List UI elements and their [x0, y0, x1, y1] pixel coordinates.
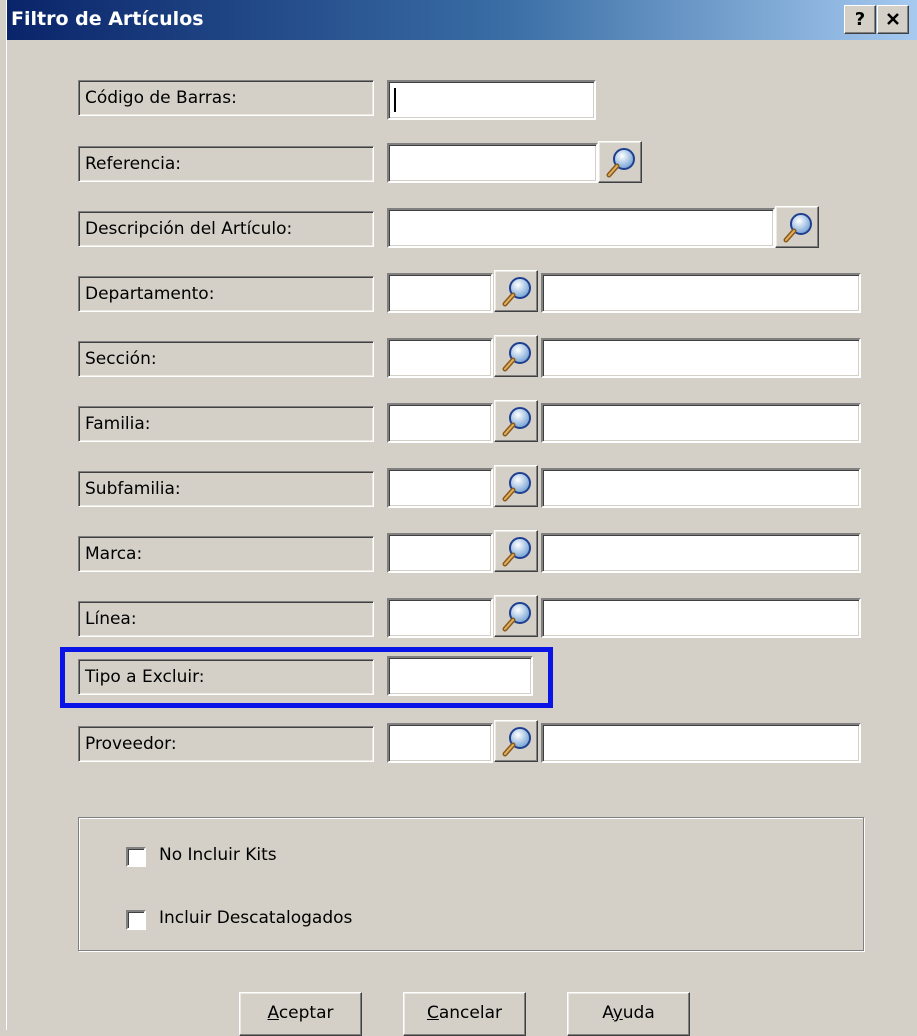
- marca-code-input[interactable]: [387, 533, 493, 573]
- magnifier-icon: [502, 727, 531, 757]
- familia-description-field[interactable]: [541, 403, 861, 443]
- dialog-title: Filtro de Artículos: [11, 8, 204, 30]
- proveedor-label: Proveedor:: [78, 726, 374, 762]
- magnifier-icon: [502, 602, 531, 632]
- linea-label: Línea:: [78, 601, 374, 637]
- departamento-lookup-button[interactable]: [494, 270, 538, 312]
- magnifier-icon: [502, 277, 531, 307]
- close-icon: [887, 13, 899, 25]
- referencia-input[interactable]: [387, 143, 598, 183]
- ayuda-button[interactable]: Ayuda: [567, 992, 690, 1036]
- marca-lookup-button[interactable]: [494, 530, 538, 572]
- proveedor-code-input[interactable]: [387, 723, 493, 763]
- ayuda-label-start: A: [602, 1003, 613, 1023]
- no-incluir-kits-label[interactable]: No Incluir Kits: [159, 845, 277, 865]
- proveedor-lookup-button[interactable]: [494, 720, 538, 762]
- cancelar-label: ancelar: [438, 1003, 502, 1023]
- incluir-descatalogados-checkbox[interactable]: [126, 910, 146, 930]
- subfamilia-code-input[interactable]: [387, 468, 493, 508]
- seccion-label: Sección:: [78, 341, 374, 377]
- seccion-description-field[interactable]: [541, 338, 861, 378]
- help-button[interactable]: ?: [844, 5, 876, 34]
- descripcion-lookup-button[interactable]: [775, 206, 819, 248]
- codigo-barras-input[interactable]: [387, 80, 596, 120]
- seccion-code-input[interactable]: [387, 338, 493, 378]
- aceptar-button[interactable]: Aceptar: [239, 992, 362, 1036]
- subfamilia-label: Subfamilia:: [78, 471, 374, 507]
- cancelar-mnemonic: C: [426, 1003, 439, 1023]
- linea-description-field[interactable]: [541, 598, 861, 638]
- no-incluir-kits-checkbox[interactable]: [126, 847, 146, 867]
- ayuda-label-end: uda: [622, 1003, 655, 1023]
- aceptar-mnemonic: A: [267, 1003, 279, 1023]
- familia-label: Familia:: [78, 406, 374, 442]
- tipo-excluir-label: Tipo a Excluir:: [78, 659, 374, 695]
- text-cursor: [394, 88, 396, 112]
- cancelar-button[interactable]: Cancelar: [403, 992, 526, 1036]
- magnifier-icon: [502, 537, 531, 567]
- referencia-lookup-button[interactable]: [598, 141, 642, 183]
- magnifier-icon: [502, 342, 531, 372]
- descripcion-label: Descripción del Artículo:: [78, 211, 374, 247]
- proveedor-description-field[interactable]: [541, 723, 861, 763]
- linea-lookup-button[interactable]: [494, 595, 538, 637]
- magnifier-icon: [502, 472, 531, 502]
- linea-code-input[interactable]: [387, 598, 493, 638]
- departamento-code-input[interactable]: [387, 273, 493, 313]
- marca-description-field[interactable]: [541, 533, 861, 573]
- departamento-label: Departamento:: [78, 276, 374, 312]
- magnifier-icon: [783, 213, 812, 243]
- close-button[interactable]: [877, 5, 909, 34]
- seccion-lookup-button[interactable]: [494, 335, 538, 377]
- ayuda-mnemonic: y: [612, 1003, 623, 1023]
- tipo-excluir-input[interactable]: [387, 656, 533, 696]
- referencia-label: Referencia:: [78, 146, 374, 182]
- options-group: [78, 817, 864, 951]
- magnifier-icon: [606, 148, 635, 178]
- marca-label: Marca:: [78, 536, 374, 572]
- title-bar: Filtro de Artículos ?: [7, 0, 917, 40]
- filter-dialog: Filtro de Artículos ? Código de Barras: …: [6, 0, 917, 1036]
- aceptar-label: ceptar: [278, 1003, 334, 1023]
- subfamilia-lookup-button[interactable]: [494, 465, 538, 507]
- departamento-description-field[interactable]: [541, 273, 861, 313]
- familia-code-input[interactable]: [387, 403, 493, 443]
- magnifier-icon: [502, 407, 531, 437]
- familia-lookup-button[interactable]: [494, 400, 538, 442]
- incluir-descatalogados-label[interactable]: Incluir Descatalogados: [159, 908, 352, 928]
- descripcion-input[interactable]: [387, 208, 775, 248]
- subfamilia-description-field[interactable]: [541, 468, 861, 508]
- codigo-barras-label: Código de Barras:: [78, 80, 374, 116]
